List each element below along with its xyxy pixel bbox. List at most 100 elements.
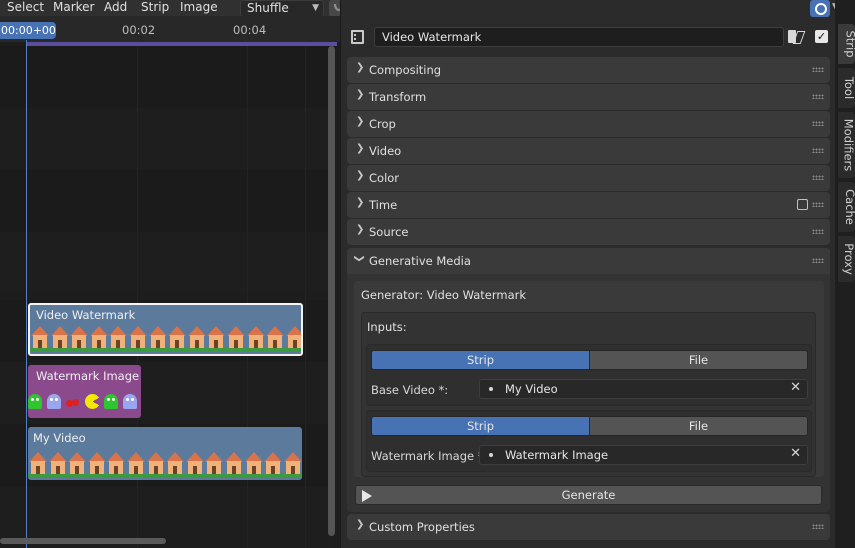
tab-strip-sidebar[interactable]: Strip — [837, 24, 855, 64]
drag-grip-icon[interactable] — [812, 67, 824, 72]
panel-title: Compositing — [369, 63, 442, 77]
chevron-right-icon: ❯ — [356, 62, 365, 73]
channel-row — [0, 108, 335, 170]
chevron-right-icon: ❯ — [356, 519, 365, 530]
film-strip-icon — [351, 30, 364, 44]
base-video-field[interactable]: My Video ✕ — [479, 379, 808, 399]
strip-label: Watermark Image — [36, 369, 140, 383]
ruler-label: 00:04 — [233, 23, 267, 37]
time-ruler[interactable]: 00:02 00:04 00:00+00 — [0, 16, 340, 42]
chevron-right-icon: ❯ — [356, 170, 365, 181]
chevron-right-icon: ❯ — [356, 197, 365, 208]
tab-tool[interactable]: Tool — [837, 68, 855, 108]
strip-my-video[interactable]: My Video — [28, 427, 302, 480]
playback-mode-dropdown[interactable]: Shuffle ▼ — [240, 0, 324, 17]
preview-range-bar — [27, 42, 337, 46]
field-label: Watermark Image *: — [371, 449, 488, 463]
tab-cache[interactable]: Cache — [837, 182, 855, 232]
menu-marker[interactable]: Marker — [53, 0, 94, 16]
ruler-label: 00:02 — [122, 23, 156, 37]
drag-grip-icon[interactable] — [812, 121, 824, 126]
ghost-sprite — [104, 393, 118, 409]
vertical-scrollbar[interactable] — [328, 46, 335, 536]
source-type-toggle: Strip File — [371, 350, 808, 370]
chevron-down-icon: ❯ — [353, 254, 365, 263]
strip-thumbnails — [28, 450, 302, 478]
chevron-right-icon: ❯ — [356, 89, 365, 100]
clear-x-icon[interactable]: ✕ — [790, 380, 801, 395]
current-frame-indicator[interactable]: 00:00+00 — [0, 22, 56, 39]
panel-title: Video — [369, 144, 402, 158]
generate-label: Generate — [561, 488, 616, 502]
playhead[interactable] — [26, 40, 27, 548]
pacman-sprite — [85, 393, 100, 409]
field-value: My Video — [505, 382, 558, 396]
menu-strip[interactable]: Strip — [141, 0, 169, 16]
strip-header: Video Watermark ✓ — [341, 24, 836, 52]
tab-file[interactable]: File — [589, 417, 807, 435]
panel-compositing[interactable]: ❯ Compositing — [347, 57, 830, 83]
inputs-box: Inputs: Strip File Base Video *: My Vide… — [361, 312, 816, 477]
panel-title: Source — [369, 225, 409, 239]
panel-transform[interactable]: ❯ Transform — [347, 84, 830, 110]
drag-grip-icon[interactable] — [812, 202, 824, 207]
drag-grip-icon[interactable] — [812, 148, 824, 153]
panel-color[interactable]: ❯ Color — [347, 165, 830, 191]
strip-label: Video Watermark — [36, 308, 136, 322]
strip-enable-checkbox[interactable]: ✓ — [815, 30, 828, 43]
tab-modifiers[interactable]: Modifiers — [837, 112, 855, 178]
menu-image[interactable]: Image — [180, 0, 218, 16]
source-type-toggle: Strip File — [371, 416, 808, 436]
panel-title: Color — [369, 171, 400, 185]
menu-select[interactable]: Select — [7, 0, 44, 16]
strip-label: My Video — [33, 431, 86, 445]
drag-grip-icon[interactable] — [812, 524, 824, 529]
strip-video-watermark[interactable]: Video Watermark — [28, 303, 303, 356]
generator-box: Generator: Video Watermark Inputs: Strip… — [354, 281, 824, 477]
menu-add[interactable]: Add — [104, 0, 127, 16]
drag-grip-icon[interactable] — [812, 258, 824, 263]
horizontal-scrollbar[interactable] — [0, 538, 166, 544]
panel-title: Crop — [369, 117, 396, 131]
overlay-toggle-button[interactable] — [810, 0, 830, 17]
unlock-icon[interactable] — [797, 199, 808, 210]
drag-grip-icon[interactable] — [812, 94, 824, 99]
watermark-image-field[interactable]: Watermark Image ✕ — [479, 445, 808, 465]
sequencer-timeline[interactable]: 00:02 00:04 00:00+00 Video Watermark Wat… — [0, 16, 340, 548]
panel-custom-properties[interactable]: ❯ Custom Properties — [347, 514, 830, 540]
field-label: Base Video *: — [371, 383, 449, 397]
color-tag-icon[interactable] — [787, 29, 803, 45]
ghost-sprite — [28, 393, 42, 409]
tab-strip[interactable]: Strip — [372, 417, 589, 435]
tab-proxy[interactable]: Proxy — [837, 236, 855, 282]
tab-label: Modifiers — [841, 118, 855, 172]
strip-properties-sidebar: Video Watermark ✓ ❯ Compositing ❯ Transf… — [340, 0, 835, 548]
strip-bullet-icon — [489, 387, 493, 391]
clear-x-icon[interactable]: ✕ — [790, 446, 801, 461]
drag-grip-icon[interactable] — [812, 229, 824, 234]
panel-title: Time — [369, 198, 398, 212]
panel-header[interactable]: ❯ Generative Media — [347, 248, 830, 274]
panel-generative-media: ❯ Generative Media Generator: Video Wate… — [347, 248, 830, 512]
channel-row — [0, 170, 335, 232]
tab-strip[interactable]: Strip — [372, 351, 589, 369]
ghost-sprite — [123, 393, 137, 409]
panel-video[interactable]: ❯ Video — [347, 138, 830, 164]
generate-button[interactable]: Generate — [355, 485, 822, 505]
input-group-base-video: Strip File Base Video *: My Video ✕ — [366, 344, 812, 406]
field-value: Watermark Image — [505, 448, 609, 462]
generator-label: Generator: Video Watermark — [361, 288, 527, 302]
tab-file[interactable]: File — [589, 351, 807, 369]
drag-grip-icon[interactable] — [812, 175, 824, 180]
grid-line — [305, 46, 306, 548]
strip-name-field[interactable]: Video Watermark — [374, 27, 784, 47]
panel-time[interactable]: ❯ Time — [347, 192, 830, 218]
panel-crop[interactable]: ❯ Crop — [347, 111, 830, 137]
panel-source[interactable]: ❯ Source — [347, 219, 830, 245]
chevron-right-icon: ❯ — [356, 143, 365, 154]
strip-watermark-image[interactable]: Watermark Image — [28, 365, 141, 418]
panel-title: Generative Media — [369, 254, 471, 268]
channel-row — [0, 232, 335, 294]
ghost-sprite — [47, 393, 61, 409]
channel-row — [0, 46, 335, 108]
